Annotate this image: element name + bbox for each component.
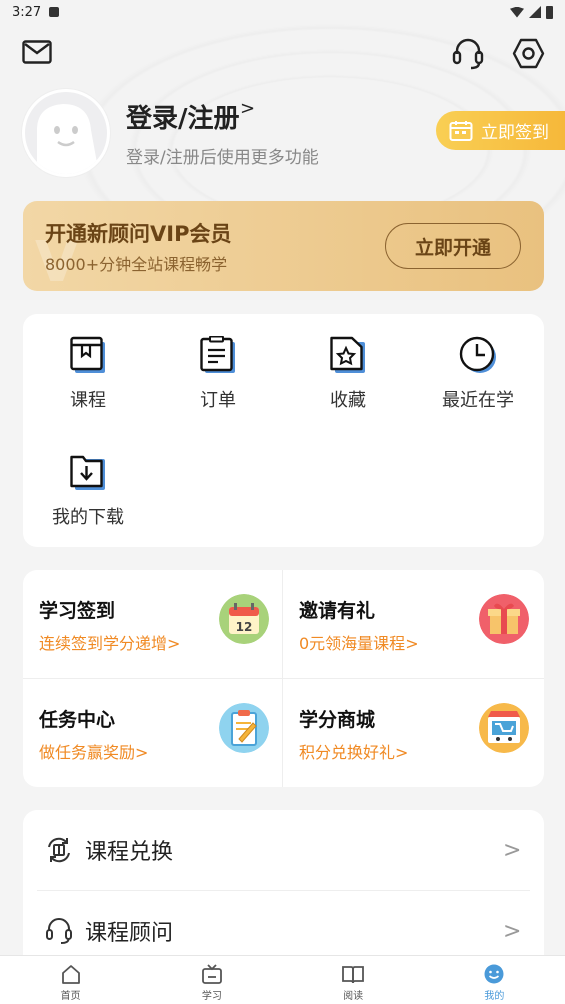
mail-icon[interactable] bbox=[22, 40, 52, 64]
chevron-right-icon: > bbox=[503, 837, 522, 863]
vip-title: 开通新顾问VIP会员 bbox=[45, 222, 232, 246]
task-shop[interactable]: 学分商城 积分兑换好礼> bbox=[283, 679, 543, 787]
avatar[interactable] bbox=[22, 89, 110, 177]
list-item-label: 课程顾问 bbox=[85, 921, 174, 946]
headset-icon[interactable] bbox=[452, 37, 484, 71]
task-invite[interactable]: 邀请有礼 0元领海量课程> bbox=[283, 570, 543, 678]
menu-item-label: 课程 bbox=[70, 390, 106, 411]
task-subtitle: 积分兑换好礼> bbox=[299, 743, 409, 762]
tab-label: 阅读 bbox=[343, 991, 364, 1002]
home-icon bbox=[61, 965, 80, 984]
menu-item-label: 订单 bbox=[200, 390, 236, 411]
task-title: 学习签到 bbox=[39, 600, 116, 622]
chevron-right-icon: > bbox=[135, 743, 149, 762]
task-subtitle: 做任务赢奖励> bbox=[39, 743, 149, 762]
calendar-icon bbox=[449, 120, 473, 141]
menu-card: 课程 订单 收藏 最近在学 我的下载 bbox=[23, 314, 544, 547]
menu-item-label: 我的下载 bbox=[52, 507, 124, 528]
wifi-icon bbox=[510, 6, 524, 18]
menu-item-downloads[interactable]: 我的下载 bbox=[23, 453, 153, 529]
tab-bar: 首页 学习 阅读 我的 bbox=[0, 955, 565, 1004]
login-title[interactable]: 登录/注册 bbox=[126, 98, 240, 135]
star-file-icon bbox=[330, 336, 365, 373]
ghost-avatar-icon bbox=[25, 92, 107, 174]
calendar-icon: 12 bbox=[219, 594, 269, 644]
tab-read[interactable]: 阅读 bbox=[283, 956, 424, 1004]
list-card: 课程兑换 > 课程顾问 > bbox=[23, 810, 544, 970]
menu-item-label: 收藏 bbox=[330, 390, 366, 411]
chevron-right-icon: > bbox=[167, 634, 181, 653]
shop-icon bbox=[479, 703, 529, 753]
task-title: 学分商城 bbox=[299, 709, 376, 731]
task-clipboard-icon bbox=[219, 703, 269, 753]
chevron-right-icon: > bbox=[395, 743, 409, 762]
menu-item-orders[interactable]: 订单 bbox=[153, 336, 283, 412]
menu-item-recent[interactable]: 最近在学 bbox=[413, 336, 543, 412]
clock-icon bbox=[459, 336, 496, 373]
settings-icon[interactable] bbox=[512, 37, 545, 70]
list-item-label: 课程兑换 bbox=[85, 840, 174, 865]
tab-label: 学习 bbox=[201, 991, 222, 1002]
vip-banner[interactable]: V 开通新顾问VIP会员 8000+分钟全站课程畅学 立即开通 bbox=[23, 201, 544, 291]
status-icons bbox=[510, 5, 553, 19]
login-chevron-icon[interactable]: > bbox=[240, 98, 255, 119]
tab-study[interactable]: 学习 bbox=[141, 956, 282, 1004]
chevron-right-icon: > bbox=[503, 918, 522, 944]
smile-icon bbox=[484, 964, 504, 984]
task-center[interactable]: 任务中心 做任务赢奖励> bbox=[23, 679, 283, 787]
tv-icon bbox=[201, 964, 222, 984]
status-time: 3:27 bbox=[12, 4, 42, 20]
book-open-icon bbox=[342, 966, 365, 984]
tab-home[interactable]: 首页 bbox=[0, 956, 141, 1004]
task-card: 学习签到 连续签到学分递增> 12 邀请有礼 0元领海量课程> 任务中心 做任务… bbox=[23, 570, 544, 787]
status-bar: 3:27 bbox=[0, 0, 565, 24]
task-title: 邀请有礼 bbox=[299, 600, 376, 622]
book-icon bbox=[70, 336, 105, 373]
task-subtitle: 连续签到学分递增> bbox=[39, 634, 181, 653]
task-subtitle: 0元领海量课程> bbox=[299, 634, 419, 653]
calendar-day: 12 bbox=[236, 620, 253, 634]
list-item-course-exchange[interactable]: 课程兑换 > bbox=[23, 810, 544, 890]
menu-item-favorites[interactable]: 收藏 bbox=[283, 336, 413, 412]
login-subtitle: 登录/注册后使用更多功能 bbox=[126, 148, 319, 168]
battery-icon bbox=[546, 5, 553, 19]
signin-button[interactable]: 立即签到 bbox=[436, 111, 565, 150]
menu-item-label: 最近在学 bbox=[442, 390, 514, 411]
gift-icon bbox=[479, 594, 529, 644]
exchange-icon bbox=[48, 837, 70, 863]
task-checkin[interactable]: 学习签到 连续签到学分递增> 12 bbox=[23, 570, 283, 678]
vip-subtitle: 8000+分钟全站课程畅学 bbox=[45, 255, 228, 274]
notification-icon bbox=[49, 7, 60, 17]
headset-icon bbox=[46, 918, 72, 944]
tab-label: 我的 bbox=[484, 991, 505, 1002]
tab-mine[interactable]: 我的 bbox=[424, 956, 565, 1004]
chevron-right-icon: > bbox=[405, 634, 419, 653]
signin-button-label: 立即签到 bbox=[481, 123, 549, 143]
signal-icon bbox=[529, 6, 541, 18]
tab-label: 首页 bbox=[60, 991, 81, 1002]
clipboard-icon bbox=[200, 336, 235, 373]
download-folder-icon bbox=[70, 455, 105, 490]
menu-item-course[interactable]: 课程 bbox=[23, 336, 153, 412]
vip-open-button[interactable]: 立即开通 bbox=[385, 223, 521, 269]
task-title: 任务中心 bbox=[39, 709, 116, 731]
